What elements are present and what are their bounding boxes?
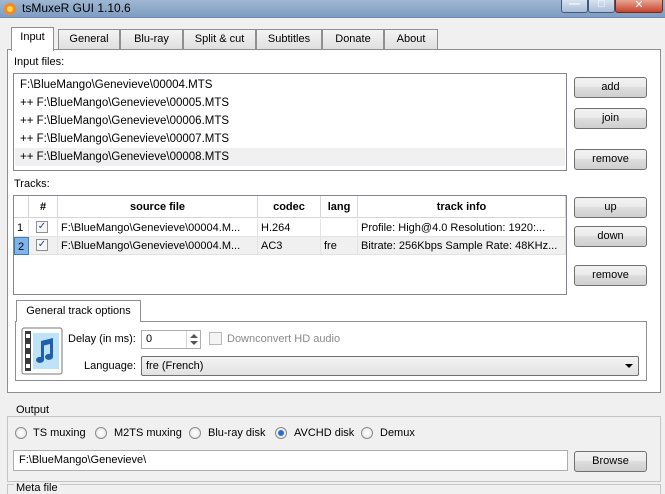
- lang-cell[interactable]: [321, 219, 358, 237]
- delay-stepper[interactable]: [186, 331, 200, 348]
- track-enabled-checkbox[interactable]: ✓: [36, 239, 48, 251]
- tracks-grid[interactable]: # source file codec lang track info 1 ✓ …: [13, 195, 567, 295]
- lang-cell[interactable]: fre: [321, 237, 358, 255]
- file-item[interactable]: ++ F:\BlueMango\Genevieve\00005.MTS: [15, 94, 565, 112]
- up-button[interactable]: up: [574, 197, 647, 218]
- close-icon: ✕: [634, 0, 644, 11]
- remove-file-button[interactable]: remove: [574, 149, 647, 170]
- blu-ray-disk-label[interactable]: Blu-ray disk: [208, 427, 265, 439]
- browse-button[interactable]: Browse: [574, 451, 647, 472]
- source-file-cell[interactable]: F:\BlueMango\Genevieve\00004.M...: [58, 219, 258, 237]
- row-number: 1: [14, 219, 29, 237]
- minimize-icon: —: [569, 0, 580, 10]
- header-num[interactable]: #: [29, 196, 58, 218]
- tracks-label: Tracks:: [14, 178, 50, 190]
- ts-muxing-radio[interactable]: [15, 427, 27, 439]
- tab-general[interactable]: General: [58, 29, 120, 49]
- blu-ray-disk-radio[interactable]: [189, 427, 201, 439]
- stepper-arrows-icon: [190, 334, 198, 345]
- header-rownum: [14, 196, 29, 218]
- down-button[interactable]: down: [574, 226, 647, 247]
- language-select[interactable]: fre (French): [141, 356, 639, 376]
- close-button[interactable]: ✕: [615, 0, 663, 13]
- track-enabled-checkbox[interactable]: ✓: [36, 221, 48, 233]
- file-item-selected[interactable]: ++ F:\BlueMango\Genevieve\00008.MTS: [15, 148, 565, 166]
- output-path-input[interactable]: F:\BlueMango\Genevieve\: [13, 450, 568, 471]
- tab-general-track-options[interactable]: General track options: [16, 300, 141, 322]
- table-row-checkbox-cell: ✓: [29, 237, 58, 255]
- demux-radio[interactable]: [361, 427, 373, 439]
- maximize-icon: □: [598, 0, 605, 10]
- remove-track-button[interactable]: remove: [574, 265, 647, 286]
- track-info-cell[interactable]: Bitrate: 256Kbps Sample Rate: 48KHz...: [358, 237, 566, 255]
- avchd-disk-radio[interactable]: [275, 427, 287, 439]
- header-codec[interactable]: codec: [258, 196, 321, 218]
- downconvert-label: Downconvert HD audio: [227, 333, 341, 345]
- tab-split-cut[interactable]: Split & cut: [183, 29, 256, 49]
- language-selected-value: fre (French): [146, 360, 204, 372]
- tab-subtitles[interactable]: Subtitles: [256, 29, 322, 49]
- maximize-button[interactable]: □: [588, 0, 615, 13]
- file-item[interactable]: ++ F:\BlueMango\Genevieve\00007.MTS: [15, 130, 565, 148]
- output-label: Output: [14, 404, 52, 416]
- track-info-cell[interactable]: Profile: High@4.0 Resolution: 1920:...: [358, 219, 566, 237]
- table-row-checkbox-cell: ✓: [29, 219, 58, 237]
- codec-cell[interactable]: AC3: [258, 237, 321, 255]
- minimize-button[interactable]: —: [561, 0, 588, 13]
- tab-donate[interactable]: Donate: [322, 29, 384, 49]
- m2ts-muxing-label[interactable]: M2TS muxing: [114, 427, 182, 439]
- m2ts-muxing-radio[interactable]: [95, 427, 107, 439]
- file-item[interactable]: ++ F:\BlueMango\Genevieve\00006.MTS: [15, 112, 565, 130]
- ts-muxing-label[interactable]: TS muxing: [33, 427, 86, 439]
- join-button[interactable]: join: [574, 108, 647, 129]
- add-button[interactable]: add: [574, 77, 647, 98]
- avchd-disk-label[interactable]: AVCHD disk: [294, 427, 354, 439]
- codec-cell[interactable]: H.264: [258, 219, 321, 237]
- header-track-info[interactable]: track info: [358, 196, 566, 218]
- app-icon: [4, 3, 16, 15]
- tab-blu-ray[interactable]: Blu-ray: [120, 29, 183, 49]
- tab-input[interactable]: Input: [11, 27, 54, 51]
- audio-file-icon: [21, 327, 63, 375]
- input-files-label: Input files:: [14, 56, 65, 68]
- source-file-cell[interactable]: F:\BlueMango\Genevieve\00004.M...: [58, 237, 258, 255]
- window-title: tsMuxeR GUI 1.10.6: [22, 1, 131, 15]
- header-source-file[interactable]: source file: [58, 196, 258, 218]
- meta-file-label: Meta file: [14, 482, 60, 494]
- row-number-selected: 2: [14, 237, 29, 255]
- output-group: [7, 416, 661, 482]
- demux-label[interactable]: Demux: [380, 427, 415, 439]
- file-item[interactable]: F:\BlueMango\Genevieve\00004.MTS: [15, 76, 565, 94]
- downconvert-checkbox[interactable]: [209, 332, 222, 345]
- input-files-list[interactable]: F:\BlueMango\Genevieve\00004.MTS ++ F:\B…: [13, 73, 567, 171]
- language-label: Language:: [84, 360, 136, 372]
- meta-file-group: [7, 484, 661, 494]
- tab-about[interactable]: About: [384, 29, 438, 49]
- chevron-down-icon: [625, 364, 633, 368]
- delay-label: Delay (in ms):: [68, 333, 136, 345]
- header-lang[interactable]: lang: [321, 196, 358, 218]
